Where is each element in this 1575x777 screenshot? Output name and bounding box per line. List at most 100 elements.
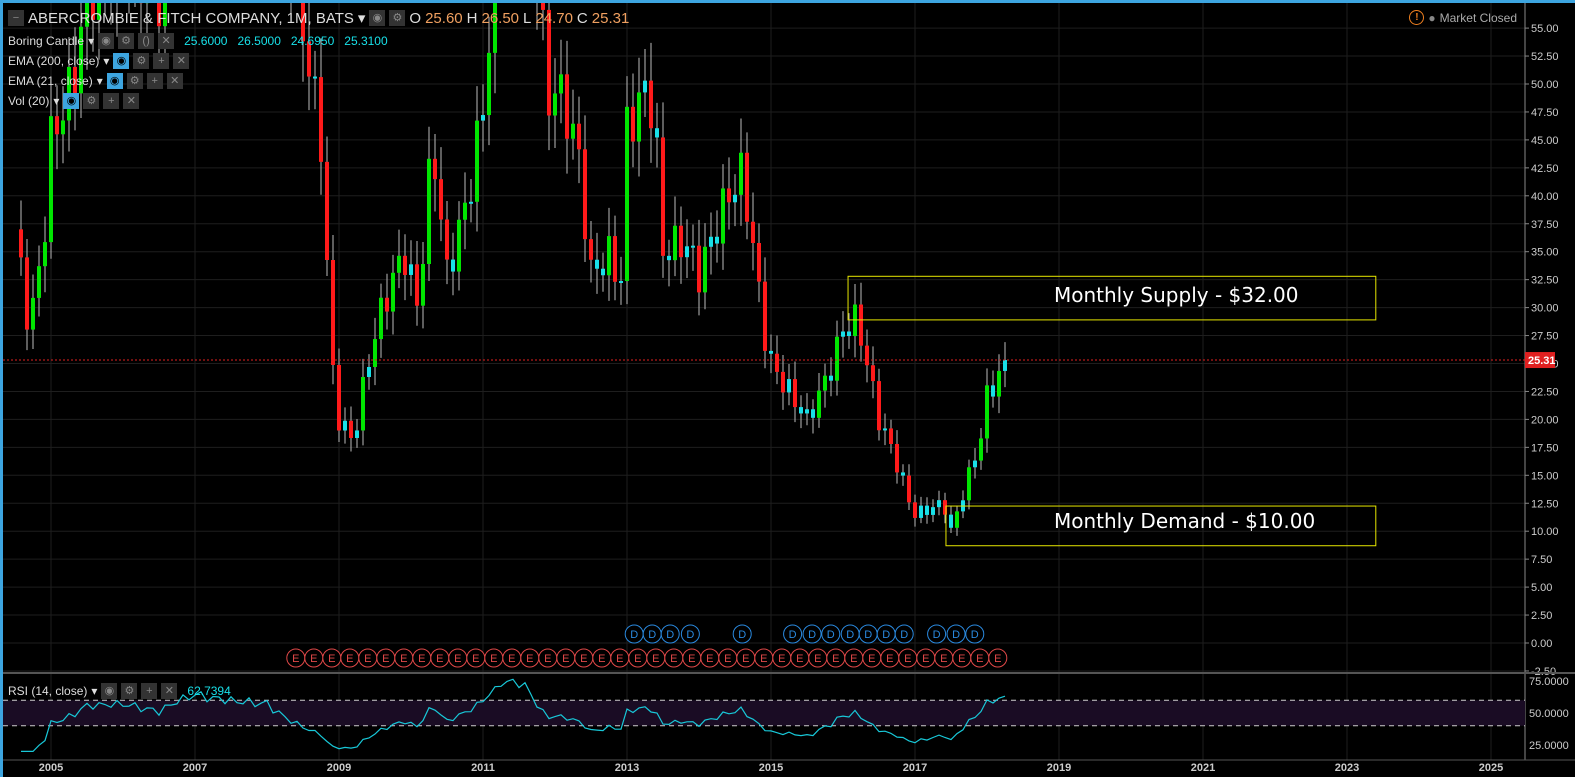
earnings-event[interactable]: E xyxy=(808,648,828,668)
earnings-event[interactable]: E xyxy=(880,648,900,668)
earnings-event[interactable]: E xyxy=(844,648,864,668)
gear-icon[interactable]: ⚙ xyxy=(83,93,100,109)
collapse-icon[interactable]: − xyxy=(8,10,24,26)
gear-icon[interactable]: ⚙ xyxy=(389,10,406,26)
candle-body xyxy=(757,243,761,282)
dividend-event[interactable]: D xyxy=(802,624,822,644)
close-icon[interactable]: ✕ xyxy=(123,93,140,109)
eye-icon[interactable]: ◉ xyxy=(63,93,80,109)
indicator-rsi[interactable]: RSI (14, close) ▾ ◉ ⚙ + ✕ 62.7394 xyxy=(8,683,231,699)
earnings-event[interactable]: E xyxy=(736,648,756,668)
earnings-event[interactable]: E xyxy=(826,648,846,668)
earnings-event[interactable]: E xyxy=(898,648,918,668)
y-tick-label: 22.50 xyxy=(1531,386,1559,398)
earnings-event[interactable]: E xyxy=(988,648,1008,668)
chevron-down-icon[interactable]: ▾ xyxy=(358,9,366,27)
earnings-event[interactable]: E xyxy=(448,648,468,668)
dividend-event[interactable]: D xyxy=(624,624,644,644)
warning-icon[interactable]: ! xyxy=(1409,10,1425,25)
dividend-event[interactable]: D xyxy=(660,624,680,644)
close-icon[interactable]: ✕ xyxy=(166,73,183,89)
gear-icon[interactable]: ⚙ xyxy=(118,33,135,49)
earnings-event[interactable]: E xyxy=(646,648,666,668)
close-icon[interactable]: ✕ xyxy=(161,683,178,699)
dividend-event[interactable]: D xyxy=(858,624,878,644)
earnings-event[interactable]: E xyxy=(358,648,378,668)
earnings-event[interactable]: E xyxy=(682,648,702,668)
indicator-volume[interactable]: Vol (20) ▾ ◉ ⚙ + ✕ xyxy=(8,93,140,109)
earnings-event[interactable]: E xyxy=(970,648,990,668)
earnings-event[interactable]: E xyxy=(286,648,306,668)
earnings-event[interactable]: E xyxy=(376,648,396,668)
earnings-event[interactable]: E xyxy=(592,648,612,668)
eye-icon[interactable]: ◉ xyxy=(101,683,118,699)
plus-icon[interactable]: + xyxy=(146,73,163,89)
plus-icon[interactable]: + xyxy=(153,53,170,69)
close-icon[interactable]: ✕ xyxy=(158,33,175,49)
price-chart[interactable]: 55.00 52.50 50.00 47.50 45.00 42.50 40.00 37.50… xyxy=(0,0,1575,777)
earnings-event[interactable]: E xyxy=(304,648,324,668)
dividend-event[interactable]: D xyxy=(732,624,752,644)
dividend-event[interactable]: D xyxy=(894,624,914,644)
earnings-event[interactable]: E xyxy=(916,648,936,668)
eye-icon[interactable]: ◉ xyxy=(113,53,130,69)
earnings-event[interactable]: E xyxy=(754,648,774,668)
indicator-ema-200[interactable]: EMA (200, close) ▾ ◉ ⚙ + ✕ xyxy=(8,53,190,69)
candle-body xyxy=(583,149,587,240)
y-tick-label: 45.00 xyxy=(1531,135,1559,147)
earnings-event[interactable]: E xyxy=(574,648,594,668)
eye-icon[interactable]: ◉ xyxy=(369,10,386,26)
earnings-event[interactable]: E xyxy=(394,648,414,668)
candle-body xyxy=(817,390,821,418)
earnings-event[interactable]: E xyxy=(556,648,576,668)
earnings-event[interactable]: E xyxy=(322,648,342,668)
earnings-event[interactable]: E xyxy=(430,648,450,668)
earnings-event[interactable]: E xyxy=(772,648,792,668)
x-tick-label: 2005 xyxy=(39,762,63,774)
earnings-event[interactable]: E xyxy=(718,648,738,668)
dividend-event[interactable]: D xyxy=(642,624,662,644)
earnings-event[interactable]: E xyxy=(484,648,504,668)
eye-icon[interactable]: ◉ xyxy=(98,33,115,49)
earnings-event[interactable]: E xyxy=(412,648,432,668)
gear-icon[interactable]: ⚙ xyxy=(126,73,143,89)
symbol-title[interactable]: ABERCROMBIE & FITCH COMPANY, 1M, BATS xyxy=(28,10,354,27)
dividend-event[interactable]: D xyxy=(965,624,985,644)
dividend-event[interactable]: D xyxy=(946,624,966,644)
dividend-event[interactable]: D xyxy=(821,624,841,644)
dividend-event[interactable]: D xyxy=(680,624,700,644)
eye-icon[interactable]: ◉ xyxy=(106,73,123,89)
dividend-event[interactable]: D xyxy=(876,624,896,644)
earnings-event[interactable]: E xyxy=(628,648,648,668)
event-label: E xyxy=(850,653,857,665)
rsi-tick-label: 25.0000 xyxy=(1529,740,1569,752)
indicator-ema-21[interactable]: EMA (21, close) ▾ ◉ ⚙ + ✕ xyxy=(8,73,183,89)
earnings-event[interactable]: E xyxy=(952,648,972,668)
indicator-boring-candle[interactable]: Boring Candle ▾ ◉ ⚙() ✕ 25.6000 26.5000 24.69… xyxy=(8,33,388,49)
dividend-event[interactable]: D xyxy=(840,624,860,644)
event-label: D xyxy=(686,629,694,641)
earnings-event[interactable]: E xyxy=(934,648,954,668)
close-icon[interactable]: ✕ xyxy=(173,53,190,69)
indicator-value: 25.6000 xyxy=(184,34,228,48)
earnings-event[interactable]: E xyxy=(862,648,882,668)
earnings-event[interactable]: E xyxy=(466,648,486,668)
earnings-event[interactable]: E xyxy=(502,648,522,668)
earnings-event[interactable]: E xyxy=(538,648,558,668)
gear-icon[interactable]: ⚙ xyxy=(121,683,138,699)
earnings-event[interactable]: E xyxy=(520,648,540,668)
y-tick-label: 30.00 xyxy=(1531,303,1559,315)
dividend-event[interactable]: D xyxy=(783,624,803,644)
event-label: E xyxy=(310,653,317,665)
source-icon[interactable]: () xyxy=(138,33,155,49)
dividend-event[interactable]: D xyxy=(927,624,947,644)
plus-icon[interactable]: + xyxy=(103,93,120,109)
earnings-event[interactable]: E xyxy=(664,648,684,668)
earnings-event[interactable]: E xyxy=(610,648,630,668)
earnings-event[interactable]: E xyxy=(340,648,360,668)
plus-icon[interactable]: + xyxy=(141,683,158,699)
gear-icon[interactable]: ⚙ xyxy=(133,53,150,69)
earnings-event[interactable]: E xyxy=(700,648,720,668)
earnings-event[interactable]: E xyxy=(790,648,810,668)
candle-body xyxy=(463,202,467,220)
